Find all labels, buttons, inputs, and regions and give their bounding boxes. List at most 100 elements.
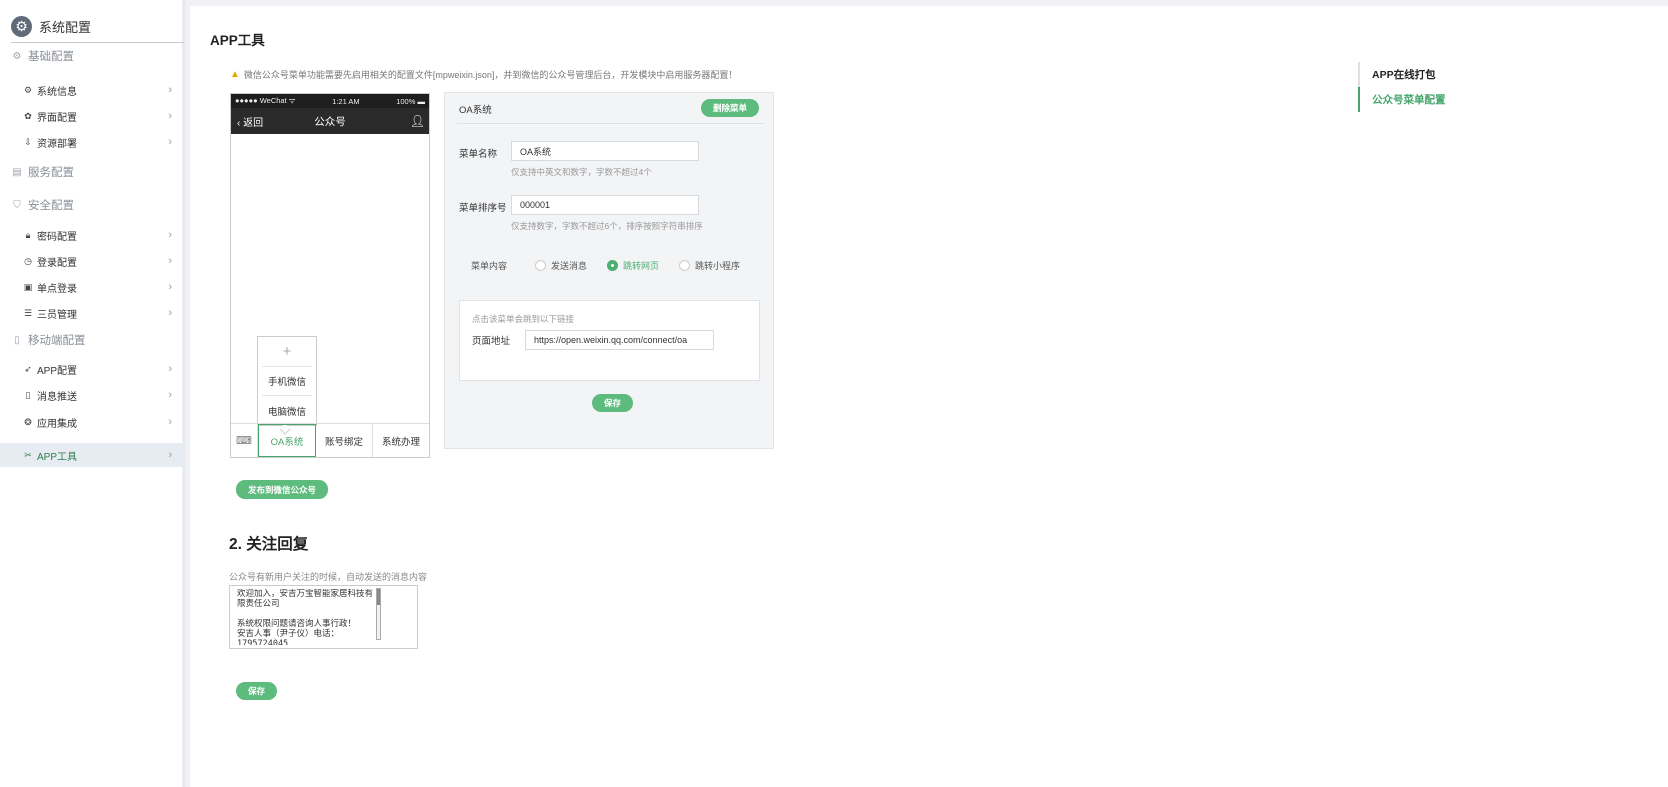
url-box-hint: 点击该菜单会跳到以下链接 — [472, 314, 575, 324]
radio-mini-program[interactable]: 跳转小程序 — [679, 259, 740, 272]
save-menu-button[interactable]: 保存 — [592, 394, 633, 412]
sidebar-item-resource-deploy[interactable]: ⇩ 资源部署 › — [0, 130, 186, 154]
page-title: APP工具 — [210, 33, 265, 48]
nav-title: 公众号 — [314, 115, 346, 128]
sidebar-group-mobile[interactable]: ▯ 移动端配置 — [11, 330, 85, 350]
sidebar-item-label: 单点登录 — [37, 283, 77, 295]
phone-menu-bar: ⌨ OA系统 账号绑定 系统办理 — [231, 423, 429, 457]
submenu-item-desktop[interactable]: 电脑微信 — [262, 396, 312, 425]
palette-icon: ✿ — [24, 110, 32, 121]
radio-label: 发送消息 — [551, 261, 588, 271]
sidebar-title: 系统配置 — [39, 19, 92, 35]
sidebar-item-app-integration[interactable]: ❂ 应用集成 › — [0, 410, 186, 434]
sidebar-group-service[interactable]: ▤ 服务配置 — [11, 162, 74, 182]
radio-dot — [535, 260, 547, 271]
gear-icon: ⚙ — [12, 50, 22, 62]
sidebar-item-label: 三员管理 — [37, 309, 77, 321]
sidebar-group-label: 基础配置 — [28, 51, 74, 63]
chevron-left-icon: ‹ — [237, 117, 241, 129]
back-label: 返回 — [243, 117, 264, 129]
status-battery: 100% ▬ — [396, 96, 425, 106]
sidebar-item-three-admins[interactable]: ☰ 三员管理 › — [0, 301, 186, 325]
status-carrier: ●●●●● WeChat ᯤ — [235, 96, 296, 105]
sidebar-item-label: 界面配置 — [37, 112, 77, 124]
phone-preview: ●●●●● WeChat ᯤ 1:21 AM 100% ▬ ‹ 返回 公众号 👤… — [230, 93, 430, 458]
chevron-right-icon: › — [168, 363, 172, 375]
menu-order-hint: 仅支持数字，字数不超过6个，排序按照字符串排序 — [511, 221, 703, 231]
sidebar-item-password[interactable]: 🔒︎ 密码配置 › — [0, 223, 186, 247]
sidebar-header: ⚙ 系统配置 — [11, 14, 91, 38]
delete-menu-button[interactable]: 删除菜单 — [701, 99, 759, 117]
sidebar-item-label: 系统信息 — [37, 86, 77, 98]
publish-button[interactable]: 发布到微信公众号 — [236, 480, 328, 499]
mobile-icon: ▯ — [14, 334, 20, 346]
radio-dot — [679, 260, 691, 271]
page-url-input[interactable]: https://open.weixin.qq.com/connect/oa — [525, 330, 714, 350]
sidebar-divider — [11, 42, 184, 43]
clock-icon: ◷ — [24, 255, 32, 266]
toc-item-menu-config[interactable]: 公众号菜单配置 — [1358, 87, 1518, 112]
menu-name-label: 菜单名称 — [459, 149, 498, 160]
warning-notice: ▲ 微信公众号菜单功能需要先启用相关的配置文件[mpweixin.json]，并… — [230, 68, 737, 81]
compass-icon: ❂ — [24, 416, 32, 427]
toc-item-app-package[interactable]: APP在线打包 — [1358, 62, 1518, 87]
main-content: APP工具 ▲ 微信公众号菜单功能需要先启用相关的配置文件[mpweixin.j… — [190, 6, 1668, 787]
phone-nav-bar: ‹ 返回 公众号 👤︎ — [231, 108, 429, 134]
id-card-icon: ▣ — [23, 281, 33, 292]
sidebar-item-app-tools[interactable]: ✂ APP工具 › — [0, 443, 186, 467]
scrollbar-thumb[interactable] — [377, 589, 380, 605]
radio-label: 跳转网页 — [623, 261, 660, 271]
reply-scrollbar[interactable] — [376, 588, 381, 640]
submenu-item-mobile[interactable]: 手机微信 — [262, 367, 312, 396]
reply-textarea[interactable]: 欢迎加入，安吉万宝智能家居科技有限责任公司 系统权限问题请咨询人事行政！ 安吉人… — [229, 585, 418, 649]
radio-send-message[interactable]: 发送消息 — [535, 259, 587, 272]
url-config-box: 点击该菜单会跳到以下链接 页面地址 https://open.weixin.qq… — [459, 300, 760, 381]
user-icon[interactable]: 👤︎ — [410, 114, 425, 128]
menu-content-label: 菜单内容 — [471, 261, 508, 271]
tools-icon: ✂ — [24, 449, 32, 460]
chevron-right-icon: › — [168, 110, 172, 122]
sidebar-item-ui-config[interactable]: ✿ 界面配置 › — [0, 104, 186, 128]
list-icon: ☰ — [23, 307, 33, 318]
mobile-icon: ▯ — [25, 389, 31, 400]
sidebar-item-label: 密码配置 — [37, 231, 77, 243]
sidebar-item-push[interactable]: ▯ 消息推送 › — [0, 383, 186, 407]
sidebar-item-app-config[interactable]: ➶ APP配置 › — [0, 357, 186, 381]
menu-order-label: 菜单排序号 — [459, 203, 507, 214]
menu-name-input[interactable]: OA系统 — [511, 141, 699, 161]
back-button[interactable]: ‹ 返回 — [237, 114, 263, 129]
radio-dot — [607, 260, 619, 271]
add-submenu-button[interactable]: + — [262, 337, 312, 367]
sidebar-item-system-info[interactable]: ⚙ 系统信息 › — [0, 78, 186, 102]
save-reply-button[interactable]: 保存 — [236, 682, 277, 700]
sidebar-group-basic[interactable]: ⚙ 基础配置 — [11, 46, 74, 66]
reply-text: 欢迎加入，安吉万宝智能家居科技有限责任公司 系统权限问题请咨询人事行政！ 安吉人… — [237, 589, 374, 645]
menu-content-row: 菜单内容 发送消息 跳转网页 跳转小程序 — [471, 259, 740, 272]
sidebar: ⚙ 系统配置 ⚙ 基础配置 ⚙ 系统信息 › ✿ 界面配置 › ⇩ 资源部署 ›… — [0, 0, 186, 787]
sidebar-item-label: APP配置 — [37, 365, 78, 377]
menu-name-hint: 仅支持中英文和数字，字数不超过4个 — [511, 167, 652, 177]
menu-tab-account[interactable]: 账号绑定 — [316, 424, 373, 457]
panel-menu-title: OA系统 — [459, 105, 492, 116]
chevron-right-icon: › — [168, 307, 172, 319]
sidebar-item-login[interactable]: ◷ 登录配置 › — [0, 249, 186, 273]
menu-tab-system[interactable]: 系统办理 — [373, 424, 429, 457]
radio-label: 跳转小程序 — [695, 261, 741, 271]
chevron-right-icon: › — [168, 389, 172, 401]
sidebar-group-security[interactable]: ⛉ 安全配置 — [11, 195, 74, 215]
menu-tab-oa[interactable]: OA系统 — [258, 424, 316, 457]
menu-order-input[interactable]: 000001 — [511, 195, 699, 215]
menu-config-panel: OA系统 删除菜单 菜单名称 OA系统 仅支持中英文和数字，字数不超过4个 菜单… — [444, 92, 774, 449]
rocket-icon: ➶ — [24, 363, 32, 374]
chevron-right-icon: › — [168, 416, 172, 428]
sidebar-item-label: 应用集成 — [37, 418, 77, 430]
warning-text: 微信公众号菜单功能需要先启用相关的配置文件[mpweixin.json]，并到微… — [243, 70, 738, 80]
sidebar-item-sso[interactable]: ▣ 单点登录 › — [0, 275, 186, 299]
sidebar-item-label: 登录配置 — [37, 257, 77, 269]
keyboard-icon[interactable]: ⌨ — [231, 424, 258, 457]
radio-open-webpage[interactable]: 跳转网页 — [607, 259, 659, 272]
gear-icon: ⚙ — [23, 84, 33, 95]
panel-divider — [457, 123, 763, 124]
chevron-right-icon: › — [168, 255, 172, 267]
deploy-icon: ⇩ — [24, 136, 32, 147]
